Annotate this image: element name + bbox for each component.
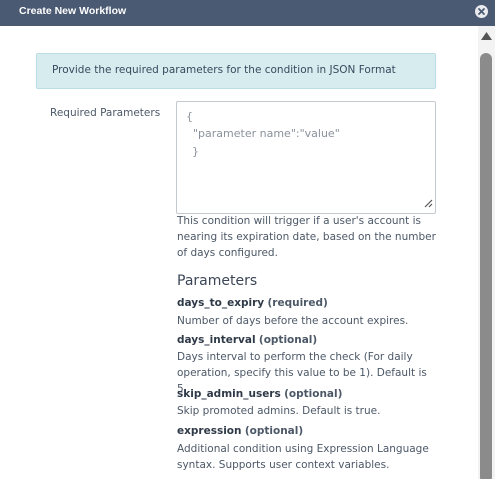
- scrollbar-thumb[interactable]: [480, 53, 492, 479]
- parameter-name-row: skip_admin_users (optional): [177, 388, 342, 400]
- parameter-name: days_to_expiry: [177, 297, 265, 309]
- close-icon[interactable]: [475, 5, 488, 18]
- required-parameters-label: Required Parameters: [50, 107, 161, 119]
- parameter-name-row: days_to_expiry (required): [177, 297, 328, 309]
- dialog-titlebar: Create New Workflow: [0, 0, 495, 26]
- parameter-tag: (optional): [244, 425, 304, 437]
- parameter-description: Skip promoted admins. Default is true.: [177, 405, 381, 417]
- parameter-tag: (optional): [258, 334, 318, 346]
- resize-grip-icon[interactable]: [423, 198, 433, 211]
- parameter-description: Number of days before the account expire…: [177, 315, 409, 327]
- info-banner: Provide the required parameters for the …: [36, 53, 436, 89]
- condition-description: This condition will trigger if a user's …: [177, 215, 436, 259]
- parameter-name-row: days_interval (optional): [177, 334, 317, 346]
- parameter-tag: (required): [267, 297, 328, 309]
- parameters-heading: Parameters: [177, 273, 258, 289]
- parameter-name: expression: [177, 425, 242, 437]
- parameter-name-row: expression (optional): [177, 425, 303, 437]
- scroll-up-arrow-icon[interactable]: [478, 28, 495, 44]
- info-text: Provide the required parameters for the …: [52, 64, 396, 76]
- parameter-name: days_interval: [177, 334, 256, 346]
- create-workflow-dialog: Create New Workflow Provide the required…: [0, 0, 495, 479]
- textarea-line: }: [192, 145, 199, 158]
- parameters-json-textarea[interactable]: { "parameter name":"value" }: [176, 101, 436, 214]
- parameter-name: skip_admin_users: [177, 388, 281, 400]
- parameter-description: Additional condition using Expression La…: [177, 443, 429, 471]
- textarea-line: "parameter name":"value": [193, 127, 340, 140]
- parameter-tag: (optional): [284, 388, 343, 400]
- textarea-line: {: [186, 110, 193, 123]
- dialog-title: Create New Workflow: [19, 5, 127, 17]
